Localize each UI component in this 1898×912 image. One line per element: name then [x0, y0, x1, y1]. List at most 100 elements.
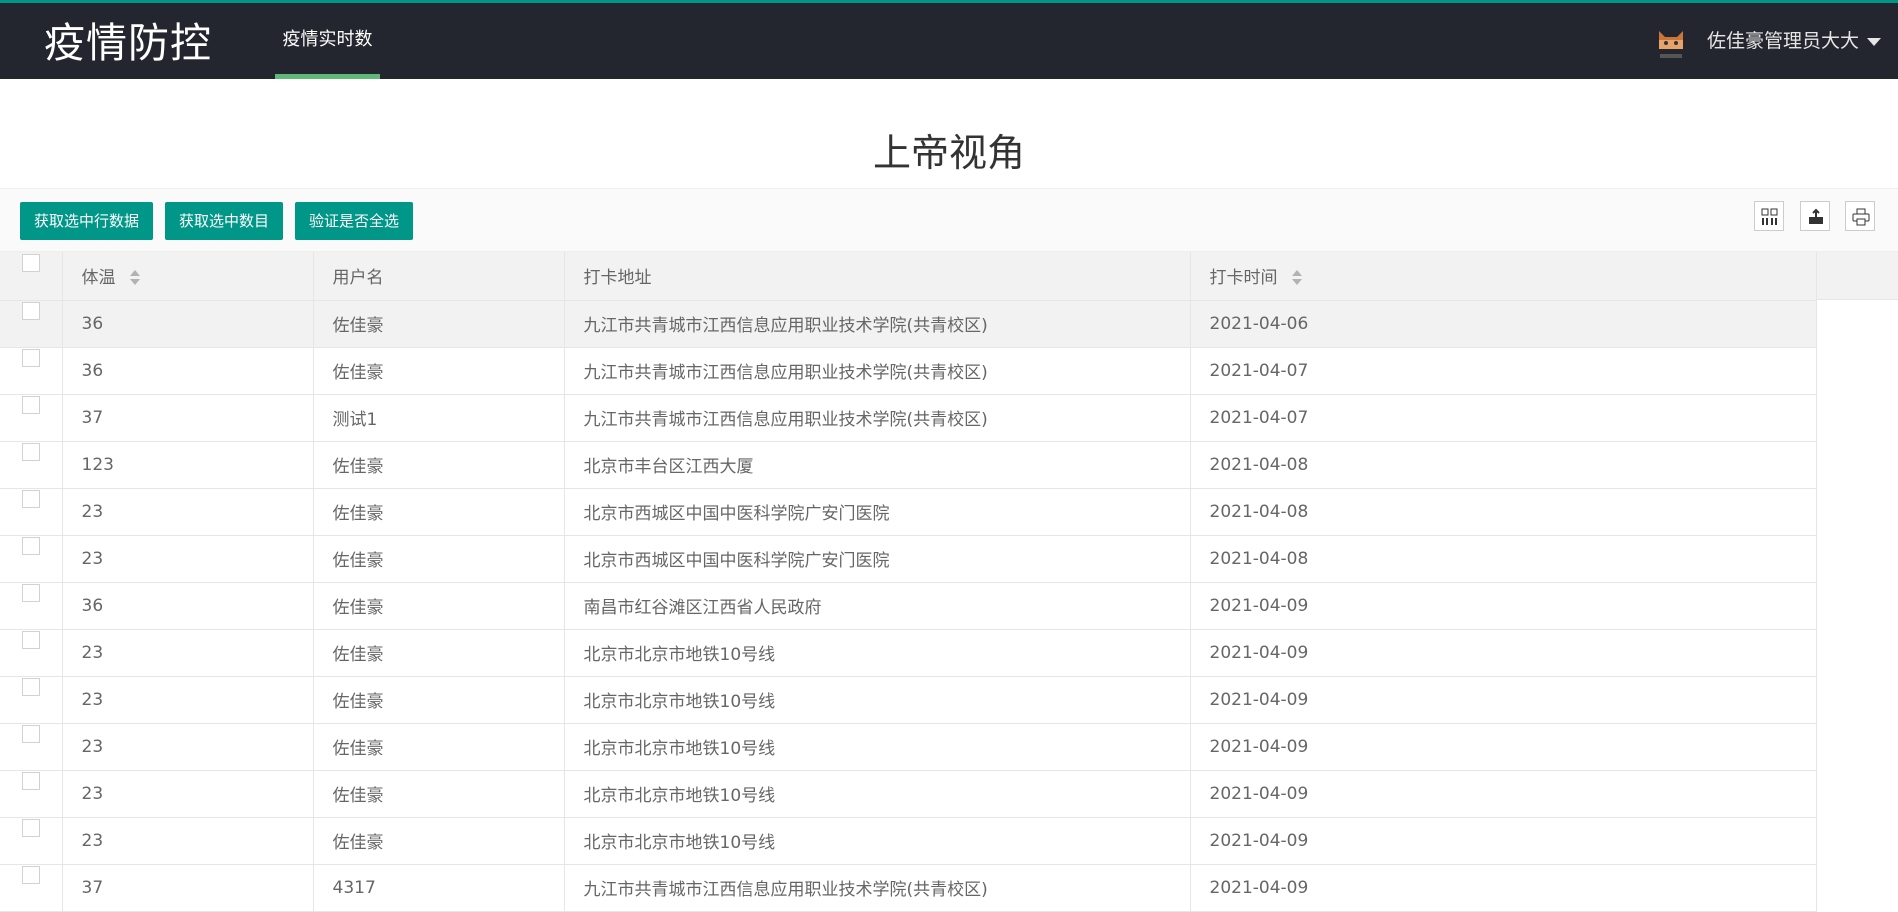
chevron-down-icon [1867, 37, 1882, 46]
row-checkbox-cell [0, 300, 63, 348]
row-checkbox-cell [0, 629, 63, 677]
row-checkbox-cell [0, 817, 63, 865]
row-checkbox[interactable] [21, 771, 40, 790]
select-all-cell [0, 252, 63, 301]
user-avatar-icon[interactable] [1656, 27, 1686, 63]
row-checkbox-cell [0, 488, 63, 536]
sort-icon[interactable] [1291, 270, 1302, 286]
cell-time: 2021-04-09 [1190, 582, 1817, 630]
cell-address: 北京市北京市地铁10号线 [564, 676, 1191, 724]
cell-temperature: 23 [62, 535, 314, 583]
cell-address: 北京市西城区中国中医科学院广安门医院 [564, 488, 1191, 536]
column-header-address: 打卡地址 [564, 252, 1191, 301]
cell-temperature: 23 [62, 629, 314, 677]
table-row[interactable]: 36 佐佳豪 九江市共青城市江西信息应用职业技术学院(共青校区) 2021-04-06 [0, 300, 1817, 348]
checkin-data-table: 体温 用户名 打卡地址 打卡时间 36 佐佳豪 九江市共青城市江西信息应用职业技术学… [0, 252, 1817, 912]
cell-time: 2021-04-09 [1190, 770, 1817, 818]
cell-username: 佐佳豪 [313, 488, 565, 536]
cell-time: 2021-04-07 [1190, 394, 1817, 442]
row-checkbox-cell [0, 723, 63, 771]
row-checkbox[interactable] [21, 348, 40, 367]
row-checkbox-cell [0, 441, 63, 489]
select-all-checkbox[interactable] [21, 253, 40, 272]
column-label: 打卡地址 [583, 268, 652, 289]
columns-icon[interactable] [1754, 201, 1784, 231]
row-checkbox-cell [0, 535, 63, 583]
top-navbar: 疫情防控 疫情实时数据 佐佳豪管理员大大 [0, 0, 1898, 123]
user-name: 佐佳豪管理员大大 [1707, 30, 1860, 52]
check-all-selected-button[interactable]: 验证是否全选 [295, 202, 414, 240]
cell-username: 佐佳豪 [313, 676, 565, 724]
cell-address: 九江市共青城市江西信息应用职业技术学院(共青校区) [564, 394, 1191, 442]
get-selected-rows-button[interactable]: 获取选中行数据 [20, 202, 154, 240]
cell-temperature: 123 [62, 441, 314, 489]
print-icon[interactable] [1845, 201, 1875, 231]
cell-time: 2021-04-09 [1190, 817, 1817, 865]
cell-username: 佐佳豪 [313, 347, 565, 395]
row-checkbox[interactable] [21, 583, 40, 602]
table-body: 36 佐佳豪 九江市共青城市江西信息应用职业技术学院(共青校区) 2021-04-06… [0, 300, 1817, 912]
row-checkbox-cell [0, 347, 63, 395]
export-icon[interactable] [1800, 201, 1830, 231]
table-row[interactable]: 36 佐佳豪 南昌市红谷滩区江西省人民政府 2021-04-09 [0, 582, 1817, 630]
cell-username: 佐佳豪 [313, 629, 565, 677]
table-row[interactable]: 23 佐佳豪 北京市北京市地铁10号线 2021-04-09 [0, 770, 1817, 818]
row-checkbox[interactable] [21, 865, 40, 884]
cell-temperature: 23 [62, 817, 314, 865]
row-checkbox-cell [0, 770, 63, 818]
table-row[interactable]: 23 佐佳豪 北京市北京市地铁10号线 2021-04-09 [0, 629, 1817, 677]
cell-time: 2021-04-06 [1190, 300, 1817, 348]
table-row[interactable]: 23 佐佳豪 北京市北京市地铁10号线 2021-04-09 [0, 723, 1817, 771]
row-checkbox-cell [0, 582, 63, 630]
cell-username: 佐佳豪 [313, 723, 565, 771]
get-selected-count-button[interactable]: 获取选中数目 [165, 202, 284, 240]
cell-address: 九江市共青城市江西信息应用职业技术学院(共青校区) [564, 300, 1191, 348]
row-checkbox-cell [0, 676, 63, 724]
row-checkbox[interactable] [21, 630, 40, 649]
cell-temperature: 23 [62, 488, 314, 536]
table-row[interactable]: 23 佐佳豪 北京市北京市地铁10号线 2021-04-09 [0, 817, 1817, 865]
row-checkbox[interactable] [21, 395, 40, 414]
cell-time: 2021-04-09 [1190, 676, 1817, 724]
table-row[interactable]: 23 佐佳豪 北京市北京市地铁10号线 2021-04-09 [0, 676, 1817, 724]
cell-username: 佐佳豪 [313, 582, 565, 630]
row-checkbox[interactable] [21, 677, 40, 696]
row-checkbox[interactable] [21, 489, 40, 508]
row-checkbox[interactable] [21, 536, 40, 555]
cell-time: 2021-04-08 [1190, 535, 1817, 583]
row-checkbox[interactable] [21, 442, 40, 461]
row-checkbox[interactable] [21, 724, 40, 743]
table-header-row: 体温 用户名 打卡地址 打卡时间 [0, 252, 1817, 301]
cell-temperature: 23 [62, 770, 314, 818]
row-checkbox[interactable] [21, 301, 40, 320]
table-header-extension [1816, 252, 1898, 300]
cell-address: 北京市北京市地铁10号线 [564, 629, 1191, 677]
cell-time: 2021-04-09 [1190, 629, 1817, 677]
cell-username: 佐佳豪 [313, 817, 565, 865]
row-checkbox[interactable] [21, 818, 40, 837]
table-row[interactable]: 37 测试1 九江市共青城市江西信息应用职业技术学院(共青校区) 2021-04-07 [0, 394, 1817, 442]
table-row[interactable]: 23 佐佳豪 北京市西城区中国中医科学院广安门医院 2021-04-08 [0, 535, 1817, 583]
sort-icon[interactable] [129, 270, 140, 286]
user-menu-dropdown[interactable]: 佐佳豪管理员大大 [1707, 3, 1882, 79]
nav-tab-realtime-data[interactable]: 疫情实时数据 [275, 3, 380, 123]
column-label: 打卡时间 [1209, 268, 1278, 289]
column-header-time: 打卡时间 [1190, 252, 1817, 301]
table-row[interactable]: 23 佐佳豪 北京市西城区中国中医科学院广安门医院 2021-04-08 [0, 488, 1817, 536]
column-label: 体温 [81, 268, 116, 289]
cell-time: 2021-04-09 [1190, 723, 1817, 771]
active-tab-indicator [275, 74, 380, 79]
table-row[interactable]: 123 佐佳豪 北京市丰台区江西大厦 2021-04-08 [0, 441, 1817, 489]
table-row[interactable]: 36 佐佳豪 九江市共青城市江西信息应用职业技术学院(共青校区) 2021-04-07 [0, 347, 1817, 395]
cell-time: 2021-04-08 [1190, 488, 1817, 536]
app-logo[interactable]: 疫情防控 [44, 16, 212, 70]
cell-address: 北京市北京市地铁10号线 [564, 817, 1191, 865]
cell-username: 测试1 [313, 394, 565, 442]
column-header-username: 用户名 [313, 252, 565, 301]
cell-temperature: 23 [62, 723, 314, 771]
cell-username: 佐佳豪 [313, 770, 565, 818]
cell-address: 九江市共青城市江西信息应用职业技术学院(共青校区) [564, 347, 1191, 395]
column-label: 用户名 [332, 268, 384, 289]
cell-address: 南昌市红谷滩区江西省人民政府 [564, 582, 1191, 630]
column-header-temperature: 体温 [62, 252, 314, 301]
